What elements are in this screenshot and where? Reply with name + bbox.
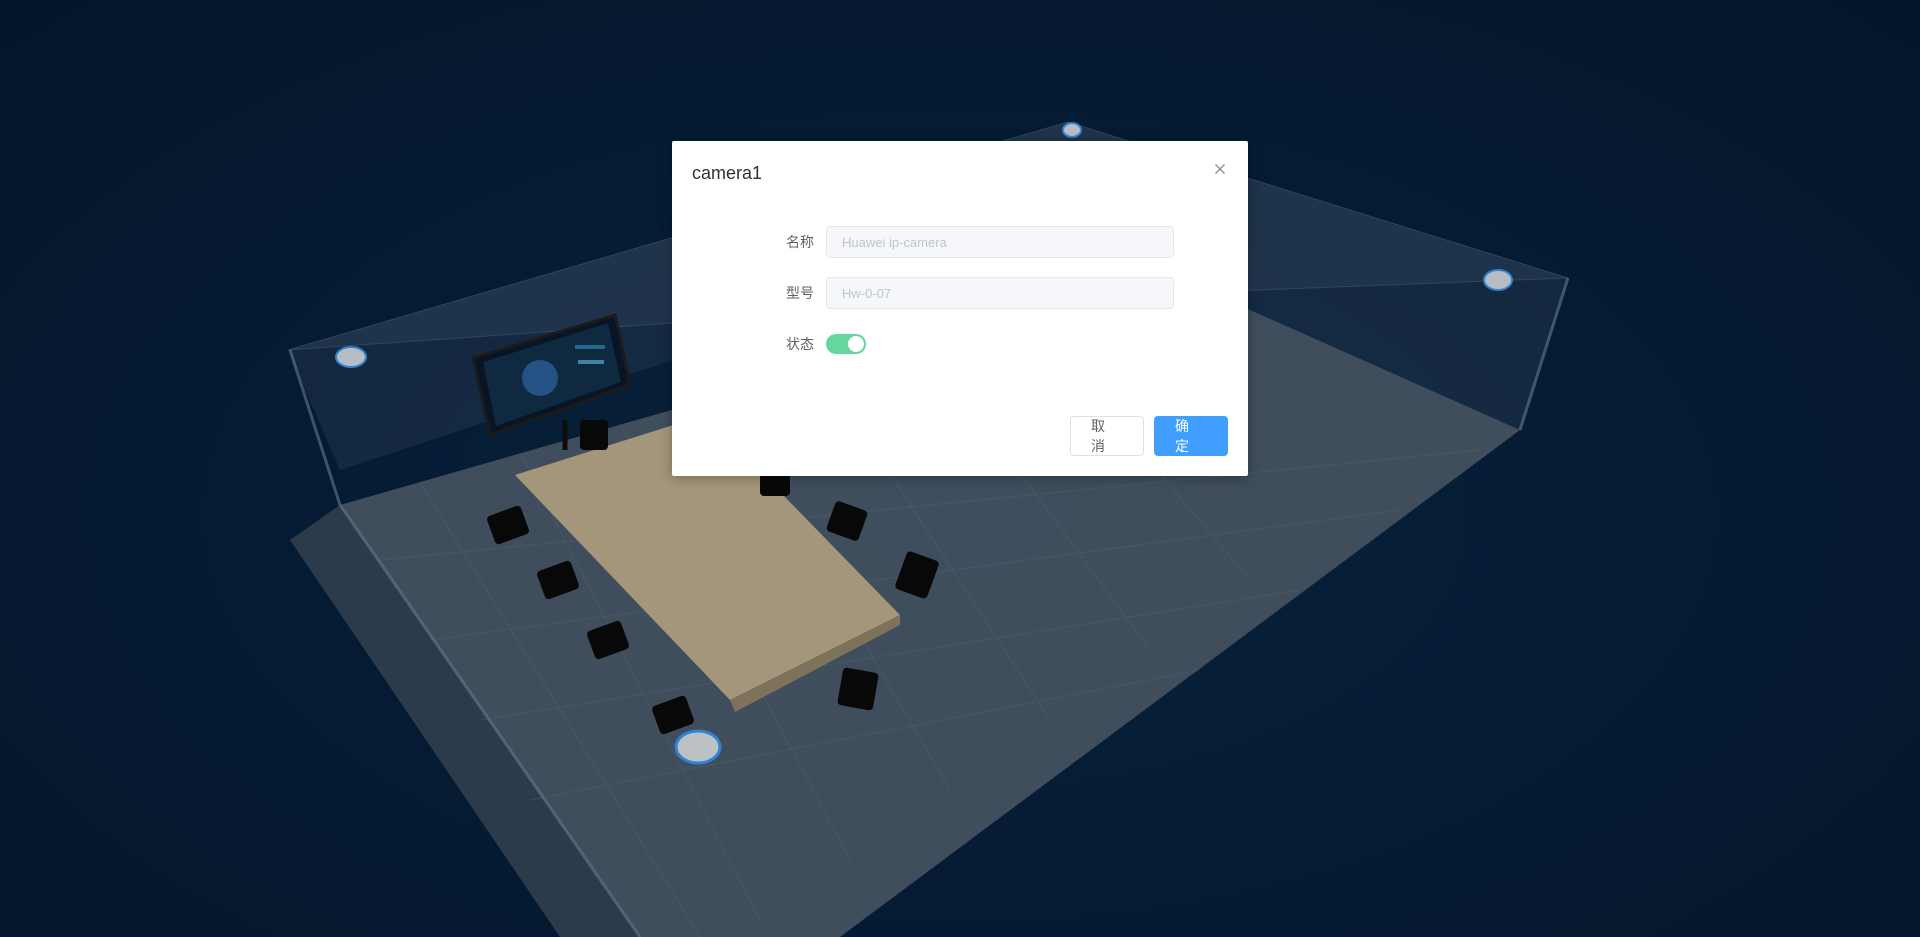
status-toggle-switch[interactable] [826, 334, 866, 354]
toggle-knob [848, 336, 864, 352]
camera-info-dialog: camera1 名称 型号 状态 取 消 确 定 [672, 141, 1248, 476]
confirm-button[interactable]: 确 定 [1154, 416, 1228, 456]
model-label: 型号 [786, 285, 814, 301]
status-form-row: 状态 [672, 328, 1248, 360]
status-label: 状态 [786, 336, 814, 352]
name-input[interactable] [826, 226, 1174, 258]
dialog-footer: 取 消 确 定 [1070, 416, 1228, 456]
name-label: 名称 [786, 234, 814, 250]
model-input[interactable] [826, 277, 1174, 309]
name-form-row: 名称 [672, 226, 1248, 258]
close-icon[interactable] [1212, 161, 1228, 177]
dialog-header: camera1 [692, 161, 1228, 189]
cancel-button[interactable]: 取 消 [1070, 416, 1144, 456]
dialog-title: camera1 [692, 163, 763, 183]
model-form-row: 型号 [672, 277, 1248, 309]
